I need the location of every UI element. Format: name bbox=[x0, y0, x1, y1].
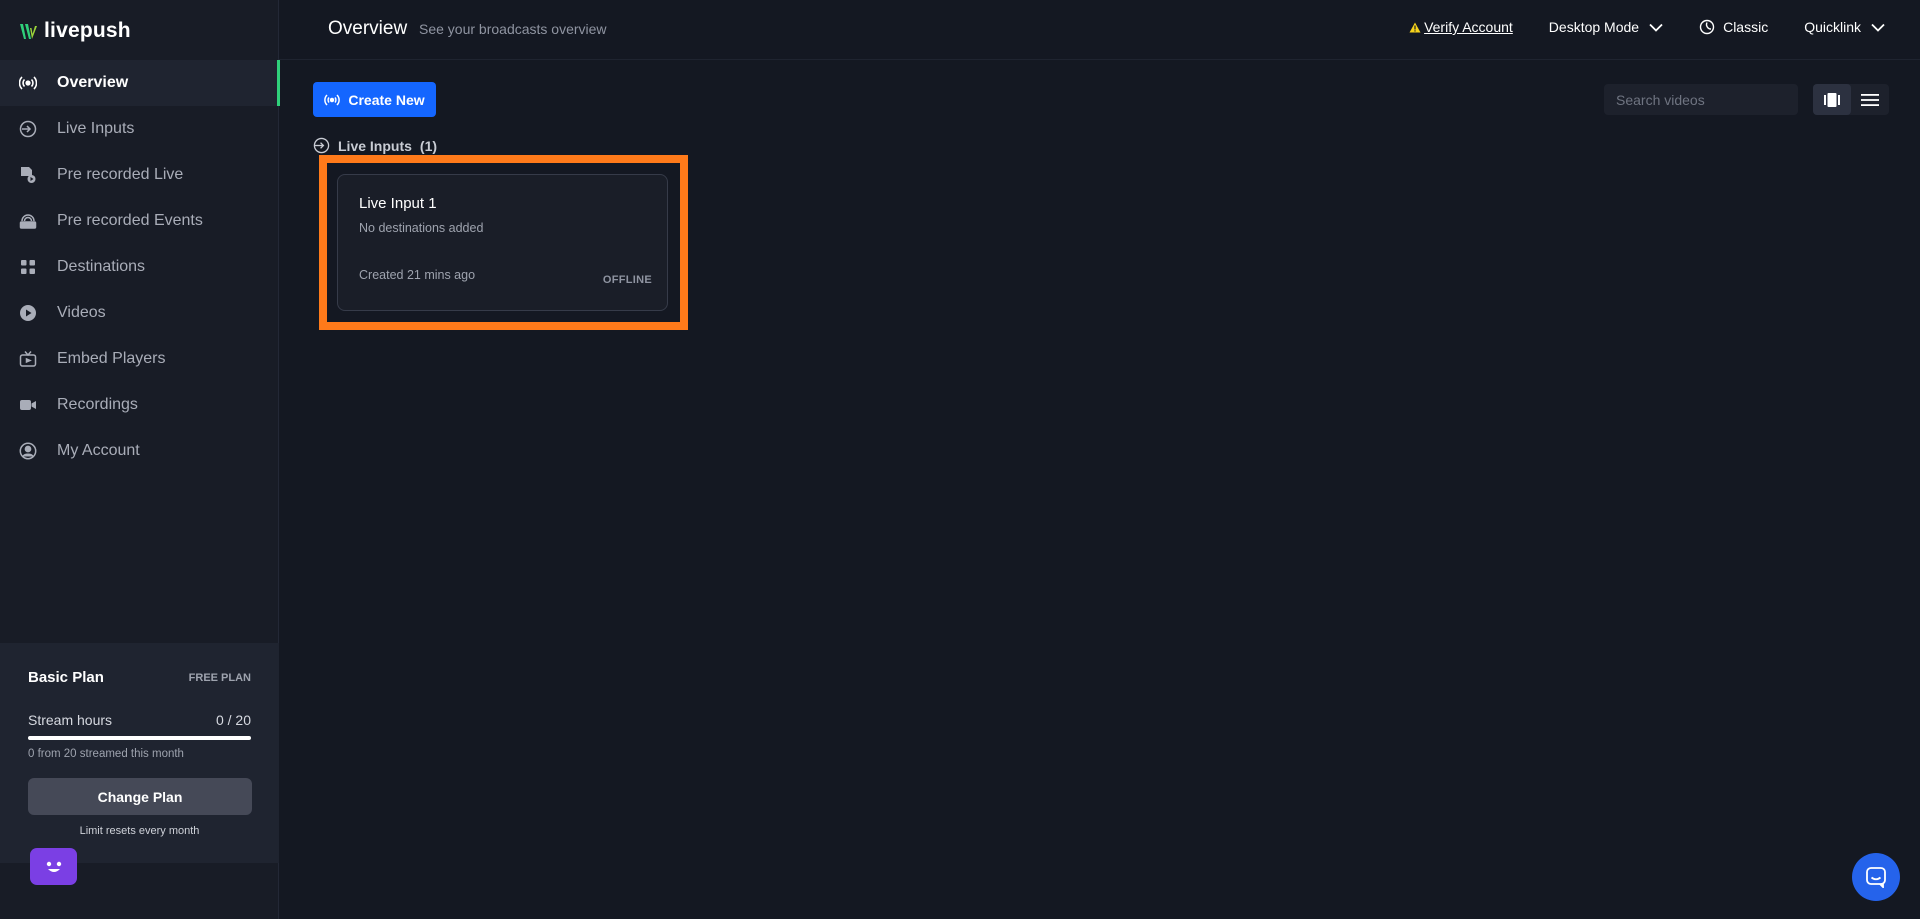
video-file-icon bbox=[19, 166, 37, 184]
sidebar-item-label: Destinations bbox=[57, 258, 146, 275]
list-view-button[interactable] bbox=[1851, 84, 1889, 115]
page-title: Overview bbox=[328, 18, 408, 39]
classic-label: Classic bbox=[1723, 19, 1769, 35]
bot-face-icon bbox=[46, 861, 61, 872]
warning-icon bbox=[1409, 22, 1421, 32]
sidebar-item-pre-recorded-events[interactable]: Pre recorded Events bbox=[0, 198, 279, 244]
chat-icon bbox=[1866, 867, 1886, 888]
chat-launcher-button[interactable] bbox=[1852, 853, 1900, 901]
plan-usage-note: 0 from 20 streamed this month bbox=[28, 748, 184, 760]
sidebar-item-my-account[interactable]: My Account bbox=[0, 428, 279, 474]
live-input-card[interactable]: Live Input 1 No destinations added Creat… bbox=[337, 174, 668, 311]
top-bar-actions: Verify Account Desktop Mode Classic Quic… bbox=[1409, 19, 1885, 35]
plan-tier: FREE PLAN bbox=[188, 671, 251, 684]
live-inputs-section-label: Live Inputs (1) bbox=[313, 137, 437, 154]
chevron-down-icon bbox=[1871, 23, 1885, 32]
moon-icon bbox=[1699, 19, 1715, 35]
plan-reset-note: Limit resets every month bbox=[79, 825, 200, 837]
plan-usage-row: Stream hours 0 / 20 bbox=[28, 712, 251, 728]
plan-name: Basic Plan bbox=[28, 669, 104, 686]
sidebar-item-overview[interactable]: Overview bbox=[0, 60, 280, 106]
grid-icon bbox=[19, 258, 37, 276]
assistant-bot-button[interactable] bbox=[30, 848, 77, 885]
top-bar: Overview See your broadcasts overview Ve… bbox=[279, 0, 1920, 60]
status-badge: OFFLINE bbox=[602, 274, 652, 286]
create-new-label: Create New bbox=[348, 91, 425, 108]
sidebar-item-label: Recordings bbox=[57, 396, 138, 413]
create-new-button[interactable]: Create New bbox=[313, 82, 436, 117]
sidebar-item-videos[interactable]: Videos bbox=[0, 290, 279, 336]
tv-icon bbox=[19, 350, 37, 368]
sidebar: livepush Overview Live Inputs Pre record… bbox=[0, 0, 280, 919]
sidebar-item-label: Embed Players bbox=[57, 350, 166, 367]
sidebar-item-label: My Account bbox=[57, 442, 140, 459]
login-arrow-icon bbox=[19, 120, 37, 138]
plan-metric-value: 0 / 20 bbox=[215, 712, 251, 728]
grid-view-button[interactable] bbox=[1813, 84, 1851, 115]
desktop-mode-dropdown[interactable]: Desktop Mode bbox=[1549, 19, 1663, 35]
desktop-mode-label: Desktop Mode bbox=[1548, 19, 1640, 35]
sidebar-nav: Overview Live Inputs Pre recorded Live P… bbox=[0, 60, 280, 474]
sidebar-item-label: Pre recorded Events bbox=[57, 212, 203, 229]
user-circle-icon bbox=[19, 442, 37, 460]
view-toggle bbox=[1813, 84, 1889, 115]
section-count: (1) bbox=[419, 137, 438, 154]
card-title: Live Input 1 bbox=[359, 195, 437, 212]
brand-logo[interactable]: livepush bbox=[18, 16, 131, 46]
camera-icon bbox=[19, 396, 37, 414]
card-created: Created 21 mins ago bbox=[359, 268, 476, 282]
plan-metric-label: Stream hours bbox=[28, 712, 113, 728]
login-arrow-icon bbox=[313, 137, 330, 154]
list-icon bbox=[1861, 93, 1879, 106]
app-root: livepush Overview Live Inputs Pre record… bbox=[0, 0, 1920, 919]
quicklink-dropdown[interactable]: Quicklink bbox=[1804, 19, 1885, 35]
sidebar-item-label: Videos bbox=[57, 304, 106, 321]
sidebar-item-destinations[interactable]: Destinations bbox=[0, 244, 279, 290]
search-input[interactable] bbox=[1604, 84, 1798, 115]
livepush-logo-icon bbox=[20, 24, 37, 39]
live-event-icon bbox=[19, 212, 37, 230]
plan-header: Basic Plan FREE PLAN bbox=[28, 669, 251, 686]
quicklink-label: Quicklink bbox=[1804, 19, 1861, 35]
chevron-down-icon bbox=[1649, 23, 1663, 32]
change-plan-button[interactable]: Change Plan bbox=[28, 778, 252, 815]
verify-account-link[interactable]: Verify Account bbox=[1409, 19, 1513, 35]
broadcast-icon bbox=[324, 93, 341, 106]
usage-progress-bar bbox=[28, 736, 251, 740]
sidebar-item-embed-players[interactable]: Embed Players bbox=[0, 336, 279, 382]
broadcast-icon bbox=[19, 74, 37, 92]
page-subtitle: See your broadcasts overview bbox=[419, 21, 607, 37]
brand-name: livepush bbox=[44, 19, 131, 42]
sidebar-item-recordings[interactable]: Recordings bbox=[0, 382, 279, 428]
section-title: Live Inputs bbox=[338, 137, 412, 154]
sidebar-item-pre-recorded-live[interactable]: Pre recorded Live bbox=[0, 152, 279, 198]
sidebar-item-label: Overview bbox=[57, 74, 129, 91]
sidebar-item-label: Pre recorded Live bbox=[57, 166, 184, 183]
card-destinations: No destinations added bbox=[359, 221, 484, 235]
sidebar-item-label: Live Inputs bbox=[57, 120, 135, 137]
verify-account-label: Verify Account bbox=[1424, 19, 1513, 35]
classic-mode-toggle[interactable]: Classic bbox=[1699, 19, 1768, 35]
plan-panel: Basic Plan FREE PLAN Stream hours 0 / 20… bbox=[0, 643, 279, 863]
sidebar-item-live-inputs[interactable]: Live Inputs bbox=[0, 106, 279, 152]
card-view-icon bbox=[1824, 92, 1840, 107]
play-circle-icon bbox=[19, 304, 37, 322]
